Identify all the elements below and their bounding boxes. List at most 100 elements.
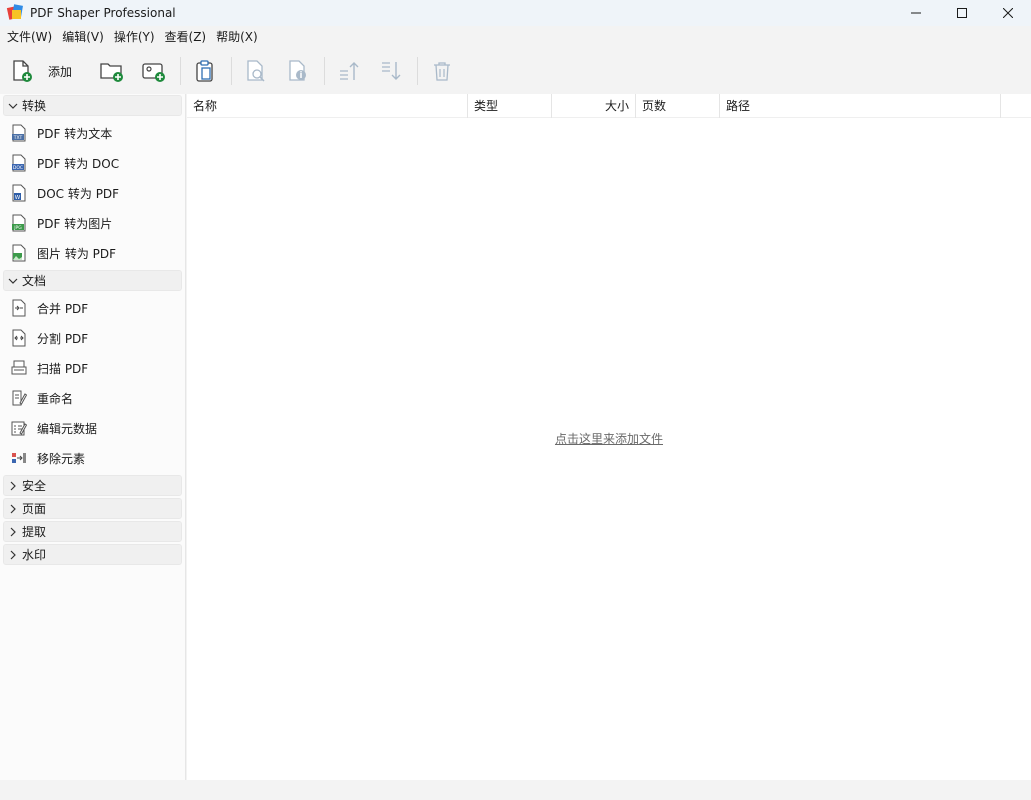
sidebar-item-edit-metadata[interactable]: 编辑元数据 [0, 413, 185, 443]
jpg-file-icon: JPG [11, 214, 27, 232]
column-header-pages[interactable]: 页数 [636, 94, 720, 118]
menu-edit[interactable]: 编辑(V) [57, 26, 109, 48]
sidebar-item-label: DOC 转为 PDF [37, 186, 120, 201]
remove-elements-icon [11, 449, 27, 467]
app-logo-icon [6, 4, 24, 21]
doc-file-icon: DOC [11, 154, 27, 172]
chevron-down-icon [8, 276, 18, 286]
group-label: 提取 [22, 525, 47, 539]
group-header-document[interactable]: 文档 [3, 270, 182, 291]
group-label: 安全 [22, 479, 47, 493]
move-down-icon [382, 62, 401, 80]
sidebar: 转换 TXT PDF 转为文本 DOC PDF 转为 DOC W DOC 转为 … [0, 94, 186, 780]
menu-file[interactable]: 文件(W) [2, 26, 57, 48]
move-down-button[interactable] [373, 53, 409, 89]
trash-icon [434, 62, 451, 81]
add-button-label: 添加 [48, 64, 73, 79]
split-icon [11, 329, 27, 347]
preview-button[interactable] [238, 53, 274, 89]
maximize-icon [957, 8, 967, 18]
add-folder-button[interactable] [94, 53, 130, 89]
sidebar-item-label: 编辑元数据 [37, 421, 98, 436]
minimize-button[interactable] [893, 0, 939, 26]
add-file-button[interactable]: 添加 [10, 53, 88, 89]
column-header-type[interactable]: 类型 [468, 94, 552, 118]
toolbar-separator [231, 57, 233, 85]
add-image-button[interactable] [136, 53, 172, 89]
sidebar-item-rename[interactable]: 重命名 [0, 383, 185, 413]
sidebar-item-image-to-pdf[interactable]: 图片 转为 PDF [0, 238, 185, 268]
group-header-watermark[interactable]: 水印 [3, 544, 182, 565]
group-header-convert[interactable]: 转换 [3, 95, 182, 116]
group-label: 转换 [22, 99, 47, 113]
sidebar-item-label: 重命名 [37, 391, 74, 406]
title-bar: PDF Shaper Professional [0, 0, 1031, 26]
toolbar: 添加 [0, 48, 1031, 94]
chevron-right-icon [8, 504, 18, 514]
toolbar-separator [180, 57, 182, 85]
column-header-path[interactable]: 路径 [720, 94, 1001, 118]
chevron-right-icon [8, 550, 18, 560]
clipboard-icon [196, 60, 213, 82]
sidebar-item-label: 图片 转为 PDF [37, 246, 117, 261]
delete-button[interactable] [424, 53, 460, 89]
sidebar-item-pdf-to-text[interactable]: TXT PDF 转为文本 [0, 118, 185, 148]
sidebar-item-merge-pdf[interactable]: 合并 PDF [0, 293, 185, 323]
paste-button[interactable] [187, 53, 223, 89]
toolbar-separator [417, 57, 419, 85]
maximize-button[interactable] [939, 0, 985, 26]
group-header-pages[interactable]: 页面 [3, 498, 182, 519]
move-up-button[interactable] [331, 53, 367, 89]
merge-icon [11, 299, 27, 317]
sidebar-item-label: 分割 PDF [37, 331, 89, 346]
sidebar-item-label: 移除元素 [37, 451, 86, 466]
column-header-size[interactable]: 大小 [552, 94, 636, 118]
word-file-icon: W [11, 184, 27, 202]
status-bar [0, 780, 1031, 800]
menu-bar: 文件(W) 编辑(V) 操作(Y) 查看(Z) 帮助(X) [0, 26, 1031, 48]
menu-help[interactable]: 帮助(X) [211, 26, 263, 48]
column-header-name[interactable]: 名称 [187, 94, 468, 118]
add-folder-icon [100, 63, 124, 82]
metadata-icon [11, 419, 27, 437]
add-image-icon [142, 63, 166, 82]
chevron-down-icon [8, 101, 18, 111]
close-icon [1003, 8, 1013, 18]
move-up-icon [340, 62, 359, 80]
file-list[interactable]: 名称 类型 大小 页数 路径 点击这里来添加文件 [187, 94, 1031, 780]
menu-view[interactable]: 查看(Z) [160, 26, 212, 48]
file-info-button[interactable] [280, 53, 316, 89]
group-header-security[interactable]: 安全 [3, 475, 182, 496]
menu-action[interactable]: 操作(Y) [109, 26, 160, 48]
sidebar-item-doc-to-pdf[interactable]: W DOC 转为 PDF [0, 178, 185, 208]
scanner-icon [11, 359, 27, 377]
chevron-right-icon [8, 527, 18, 537]
group-label: 页面 [22, 502, 47, 516]
sidebar-item-label: 合并 PDF [37, 301, 89, 316]
svg-text:W: W [15, 195, 21, 201]
sidebar-item-label: 扫描 PDF [37, 361, 89, 376]
sidebar-item-split-pdf[interactable]: 分割 PDF [0, 323, 185, 353]
group-header-extract[interactable]: 提取 [3, 521, 182, 542]
image-file-icon [11, 244, 27, 262]
sidebar-item-scan-pdf[interactable]: 扫描 PDF [0, 353, 185, 383]
add-file-icon [13, 60, 32, 82]
window-title: PDF Shaper Professional [30, 6, 176, 20]
sidebar-item-pdf-to-doc[interactable]: DOC PDF 转为 DOC [0, 148, 185, 178]
svg-text:TXT: TXT [13, 135, 23, 141]
sidebar-item-label: PDF 转为 DOC [37, 156, 120, 171]
svg-text:JPG: JPG [13, 225, 22, 231]
group-label: 文档 [22, 274, 47, 288]
group-label: 水印 [22, 548, 47, 562]
txt-file-icon: TXT [11, 124, 27, 142]
sidebar-item-label: PDF 转为文本 [37, 126, 113, 141]
sidebar-item-pdf-to-image[interactable]: JPG PDF 转为图片 [0, 208, 185, 238]
sidebar-item-remove-elements[interactable]: 移除元素 [0, 443, 185, 473]
toolbar-separator [324, 57, 326, 85]
file-search-icon [247, 60, 265, 82]
minimize-icon [911, 12, 921, 14]
close-button[interactable] [985, 0, 1031, 26]
add-files-link[interactable]: 点击这里来添加文件 [187, 430, 1031, 447]
column-headers: 名称 类型 大小 页数 路径 [187, 94, 1031, 118]
rename-icon [11, 389, 27, 407]
